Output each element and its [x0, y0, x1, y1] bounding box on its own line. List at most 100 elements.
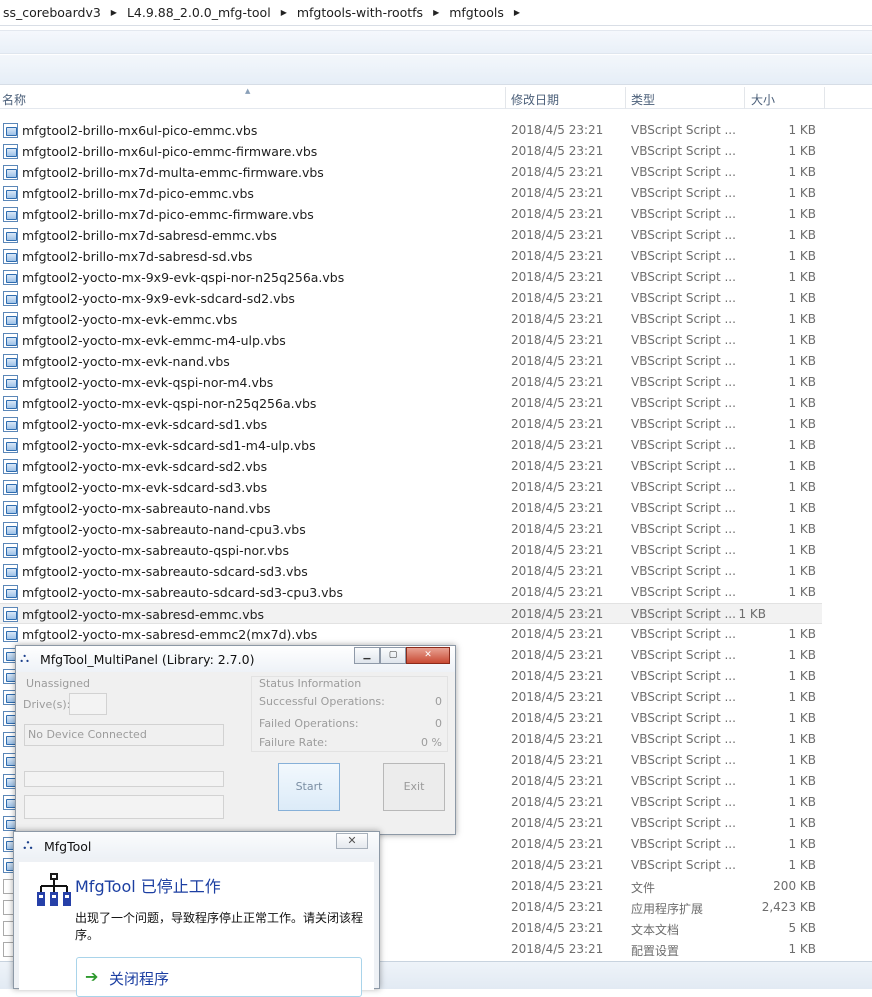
file-row[interactable]: mfgtool2-brillo-mx7d-multa-emmc-firmware…: [0, 162, 872, 183]
column-date[interactable]: 修改日期: [511, 91, 559, 108]
vbscript-file-icon: [3, 585, 18, 600]
vbscript-file-icon: [3, 207, 18, 222]
close-icon[interactable]: ✕: [336, 833, 368, 849]
file-size: 1 KB: [788, 669, 816, 683]
file-date: 2018/4/5 23:21: [511, 207, 604, 221]
file-type: VBScript Script ...: [631, 165, 736, 179]
status-info-group: Status Information Successful Operations…: [251, 676, 448, 752]
column-size[interactable]: 大小: [751, 91, 775, 108]
file-row[interactable]: mfgtool2-yocto-mx-evk-qspi-nor-n25q256a.…: [0, 393, 872, 414]
dialog-titlebar[interactable]: ⛬ MfgTool ✕: [14, 832, 379, 858]
file-row[interactable]: mfgtool2-yocto-mx-sabresd-emmc2(mx7d).vb…: [0, 624, 872, 645]
file-date: 2018/4/5 23:21: [511, 459, 604, 473]
breadcrumb-chevron-icon[interactable]: ▶: [281, 8, 287, 17]
file-row[interactable]: mfgtool2-yocto-mx-sabresd-emmc.vbs 2018/4…: [0, 603, 822, 624]
file-type: VBScript Script ...: [631, 837, 736, 851]
file-row[interactable]: mfgtool2-yocto-mx-9x9-evk-qspi-nor-n25q2…: [0, 267, 872, 288]
file-date: 2018/4/5 23:21: [511, 942, 604, 956]
file-name: mfgtool2-brillo-mx7d-pico-emmc.vbs: [22, 186, 254, 201]
app-tree-icon: ⛬: [23, 837, 33, 853]
file-name: mfgtool2-brillo-mx7d-sabresd-emmc.vbs: [22, 228, 277, 243]
file-row[interactable]: mfgtool2-brillo-mx7d-pico-emmc.vbs 2018/4…: [0, 183, 872, 204]
file-row[interactable]: mfgtool2-brillo-mx7d-sabresd-sd.vbs 2018/…: [0, 246, 872, 267]
start-button[interactable]: Start: [278, 763, 340, 811]
file-type: VBScript Script ...: [631, 480, 736, 494]
file-size: 1 KB: [788, 375, 816, 389]
breadcrumb-label: ss_coreboardv3: [3, 5, 101, 20]
file-row[interactable]: mfgtool2-yocto-mx-sabreauto-sdcard-sd3.v…: [0, 561, 872, 582]
file-row[interactable]: mfgtool2-yocto-mx-evk-sdcard-sd3.vbs 2018…: [0, 477, 872, 498]
column-divider[interactable]: [824, 87, 825, 109]
vbscript-file-icon: [3, 480, 18, 495]
file-type: 应用程序扩展: [631, 902, 704, 916]
successful-label: Successful Operations:: [259, 695, 385, 708]
file-row[interactable]: mfgtool2-yocto-mx-sabreauto-nand.vbs 2018…: [0, 498, 872, 519]
file-row[interactable]: mfgtool2-brillo-mx6ul-pico-emmc-firmware…: [0, 141, 872, 162]
column-divider[interactable]: [505, 87, 506, 109]
file-row[interactable]: mfgtool2-yocto-mx-sabreauto-nand-cpu3.vb…: [0, 519, 872, 540]
file-type: VBScript Script ...: [631, 144, 736, 158]
maximize-icon[interactable]: ▢: [380, 647, 406, 664]
column-type[interactable]: 类型: [631, 91, 655, 108]
file-row[interactable]: mfgtool2-yocto-mx-evk-nand.vbs 2018/4/5 2…: [0, 351, 872, 372]
file-row[interactable]: mfgtool2-yocto-mx-sabreauto-qspi-nor.vbs…: [0, 540, 872, 561]
exit-button[interactable]: Exit: [383, 763, 445, 811]
file-type: VBScript Script ...: [631, 607, 736, 621]
progress-bar: [24, 771, 224, 787]
file-row[interactable]: mfgtool2-yocto-mx-evk-emmc.vbs 2018/4/5 2…: [0, 309, 872, 330]
file-name: mfgtool2-brillo-mx7d-sabresd-sd.vbs: [22, 249, 253, 264]
file-row[interactable]: mfgtool2-yocto-mx-evk-sdcard-sd2.vbs 2018…: [0, 456, 872, 477]
file-name: mfgtool2-yocto-mx-sabresd-emmc.vbs: [22, 607, 265, 622]
file-row[interactable]: mfgtool2-brillo-mx7d-sabresd-emmc.vbs 201…: [0, 225, 872, 246]
column-name[interactable]: 名称: [2, 91, 26, 108]
file-type: 文本文档: [631, 923, 680, 937]
close-program-button[interactable]: ➔ 关闭程序: [76, 957, 362, 997]
file-size: 1 KB: [788, 144, 816, 158]
breadcrumb-item[interactable]: ss_coreboardv3 ▶: [3, 5, 117, 20]
vbscript-file-icon: [3, 522, 18, 537]
file-type: VBScript Script ...: [631, 249, 736, 263]
file-row[interactable]: mfgtool2-yocto-mx-evk-qspi-nor-m4.vbs 201…: [0, 372, 872, 393]
file-row[interactable]: mfgtool2-yocto-mx-evk-emmc-m4-ulp.vbs 201…: [0, 330, 872, 351]
no-device-text: No Device Connected: [28, 728, 147, 741]
column-divider[interactable]: [625, 87, 626, 109]
file-date: 2018/4/5 23:21: [511, 837, 604, 851]
file-date: 2018/4/5 23:21: [511, 774, 604, 788]
breadcrumb-item[interactable]: mfgtools-with-rootfs ▶: [297, 5, 439, 20]
file-row[interactable]: mfgtool2-yocto-mx-9x9-evk-sdcard-sd2.vbs…: [0, 288, 872, 309]
file-date: 2018/4/5 23:21: [511, 123, 604, 137]
address-bar[interactable]: ss_coreboardv3 ▶ L4.9.88_2.0.0_mfg-tool ▶ mf…: [0, 0, 872, 26]
close-icon[interactable]: ✕: [406, 647, 450, 664]
column-divider[interactable]: [744, 87, 745, 109]
file-row[interactable]: mfgtool2-yocto-mx-evk-sdcard-sd1-m4-ulp.…: [0, 435, 872, 456]
file-row[interactable]: mfgtool2-yocto-mx-sabreauto-sdcard-sd3-c…: [0, 582, 872, 603]
file-size: 1 KB: [788, 354, 816, 368]
file-size: 1 KB: [788, 312, 816, 326]
breadcrumb-chevron-icon[interactable]: ▶: [433, 8, 439, 17]
minimize-icon[interactable]: ▁: [354, 647, 380, 664]
breadcrumb-item[interactable]: mfgtools ▶: [449, 5, 520, 20]
file-name: mfgtool2-brillo-mx6ul-pico-emmc.vbs: [22, 123, 258, 138]
file-size: 1 KB: [788, 795, 816, 809]
file-type: VBScript Script ...: [631, 522, 736, 536]
file-date: 2018/4/5 23:21: [511, 732, 604, 746]
file-size: 1 KB: [788, 270, 816, 284]
file-name: mfgtool2-yocto-mx-evk-sdcard-sd1-m4-ulp.…: [22, 438, 316, 453]
file-row[interactable]: mfgtool2-yocto-mx-evk-sdcard-sd1.vbs 2018…: [0, 414, 872, 435]
file-row[interactable]: mfgtool2-brillo-mx7d-pico-emmc-firmware.…: [0, 204, 872, 225]
file-type: VBScript Script ...: [631, 753, 736, 767]
file-row[interactable]: mfgtool2-brillo-mx6ul-pico-emmc.vbs 2018/…: [0, 120, 872, 141]
breadcrumb-label: mfgtools-with-rootfs: [296, 5, 424, 20]
file-size: 1 KB: [788, 690, 816, 704]
file-date: 2018/4/5 23:21: [511, 228, 604, 242]
window-titlebar[interactable]: ⛬ MfgTool_MultiPanel (Library: 2.7.0) ▁ …: [16, 646, 455, 672]
file-type: VBScript Script ...: [631, 186, 736, 200]
file-size: 1 KB: [788, 123, 816, 137]
file-date: 2018/4/5 23:21: [511, 144, 604, 158]
vbscript-file-icon: [3, 417, 18, 432]
drive-field[interactable]: [69, 693, 107, 715]
breadcrumb-chevron-icon[interactable]: ▶: [111, 8, 117, 17]
breadcrumb-item[interactable]: L4.9.88_2.0.0_mfg-tool ▶: [127, 5, 287, 20]
breadcrumb-chevron-icon[interactable]: ▶: [514, 8, 520, 17]
file-size: 1 KB: [788, 165, 816, 179]
